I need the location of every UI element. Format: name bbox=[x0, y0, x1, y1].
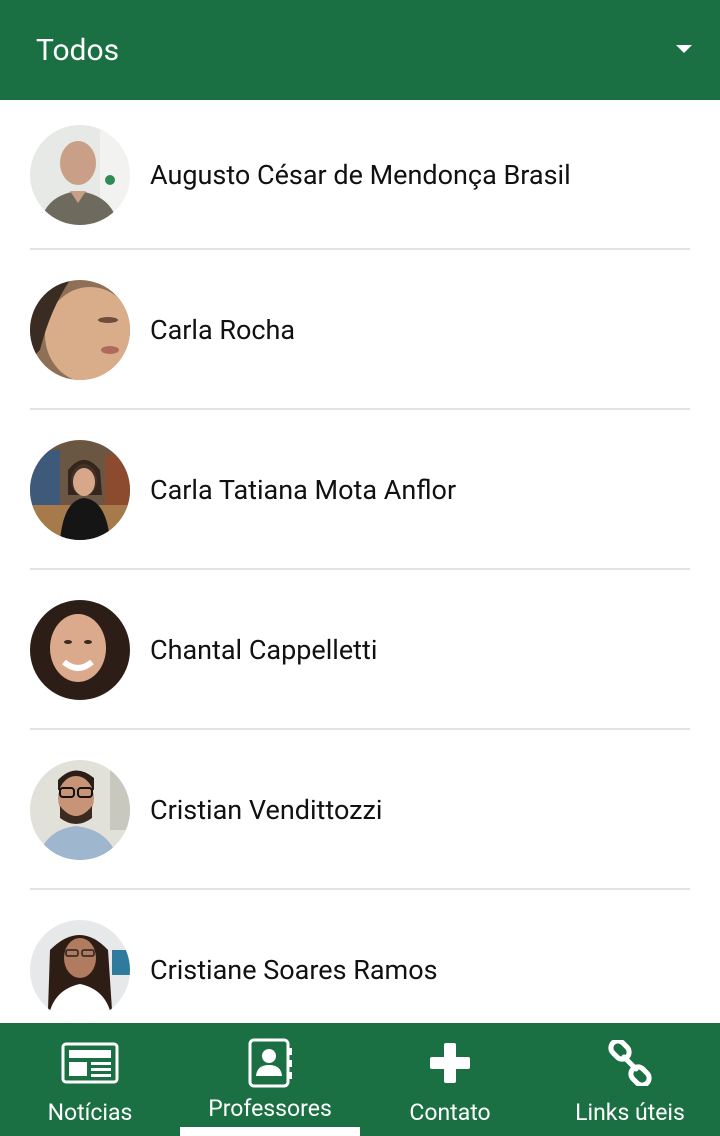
contact-book-icon bbox=[240, 1033, 300, 1093]
top-app-bar: Todos bbox=[0, 0, 720, 100]
tab-contato[interactable]: Contato bbox=[360, 1023, 540, 1136]
list-item[interactable]: Chantal Cappelletti bbox=[30, 570, 690, 730]
avatar bbox=[30, 920, 130, 1020]
avatar bbox=[30, 440, 130, 540]
plus-icon bbox=[420, 1033, 480, 1093]
list-item[interactable]: Cristian Vendittozzi bbox=[30, 730, 690, 890]
list-item[interactable]: Carla Tatiana Mota Anflor bbox=[30, 410, 690, 570]
avatar bbox=[30, 280, 130, 380]
tab-label: Links úteis bbox=[575, 1099, 685, 1126]
tab-label: Professores bbox=[208, 1095, 332, 1122]
professor-name: Carla Rocha bbox=[150, 314, 296, 346]
link-icon bbox=[600, 1033, 660, 1093]
tab-professores[interactable]: Professores bbox=[180, 1023, 360, 1136]
avatar bbox=[30, 600, 130, 700]
avatar bbox=[30, 125, 130, 225]
filter-selector-label[interactable]: Todos bbox=[36, 33, 676, 68]
tab-links-uteis[interactable]: Links úteis bbox=[540, 1023, 720, 1136]
professor-name: Chantal Cappelletti bbox=[150, 634, 378, 666]
bottom-navigation: Notícias Professores Contato Links úteis bbox=[0, 1023, 720, 1136]
professor-name: Augusto César de Mendonça Brasil bbox=[150, 159, 571, 191]
tab-noticias[interactable]: Notícias bbox=[0, 1023, 180, 1136]
professor-name: Carla Tatiana Mota Anflor bbox=[150, 474, 457, 506]
list-item[interactable]: Cristiane Soares Ramos bbox=[30, 890, 690, 1023]
avatar bbox=[30, 760, 130, 860]
professor-name: Cristiane Soares Ramos bbox=[150, 954, 438, 986]
app-root: Todos Augusto César de Mendonça Brasil C… bbox=[0, 0, 720, 1136]
professor-list[interactable]: Augusto César de Mendonça Brasil Carla R… bbox=[0, 100, 720, 1023]
list-item[interactable]: Carla Rocha bbox=[30, 250, 690, 410]
newspaper-icon bbox=[60, 1033, 120, 1093]
dropdown-caret-icon[interactable] bbox=[676, 45, 692, 53]
professor-name: Cristian Vendittozzi bbox=[150, 794, 383, 826]
tab-label: Notícias bbox=[47, 1099, 133, 1126]
list-item[interactable]: Augusto César de Mendonça Brasil bbox=[30, 100, 690, 250]
active-tab-indicator bbox=[180, 1127, 360, 1136]
tab-label: Contato bbox=[409, 1099, 491, 1126]
